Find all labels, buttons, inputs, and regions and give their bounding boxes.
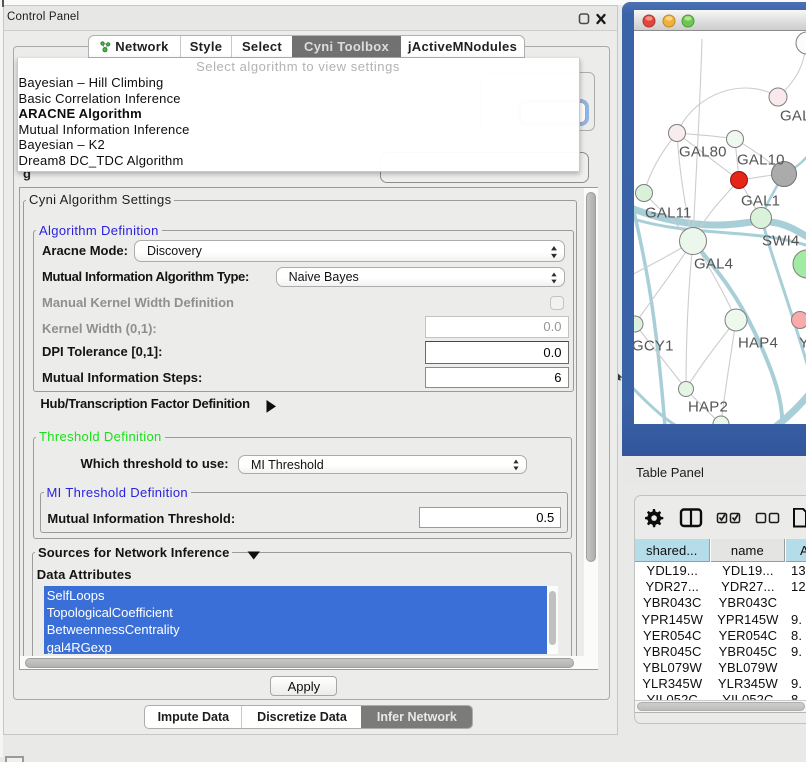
svg-text:GAL80: GAL80 — [679, 144, 727, 161]
svg-text:GAL7: GAL7 — [780, 108, 806, 125]
svg-text:GAL1: GAL1 — [741, 193, 780, 210]
svg-text:HAP4: HAP4 — [738, 335, 778, 352]
svg-text:GAL4: GAL4 — [694, 256, 733, 273]
svg-text:GAL11: GAL11 — [645, 205, 692, 222]
svg-text:SWI4: SWI4 — [762, 233, 799, 250]
svg-text:Y: Y — [799, 335, 806, 352]
svg-text:GCY1: GCY1 — [634, 338, 674, 355]
svg-text:HAP2: HAP2 — [688, 399, 728, 416]
svg-text:GAL10: GAL10 — [737, 152, 785, 169]
